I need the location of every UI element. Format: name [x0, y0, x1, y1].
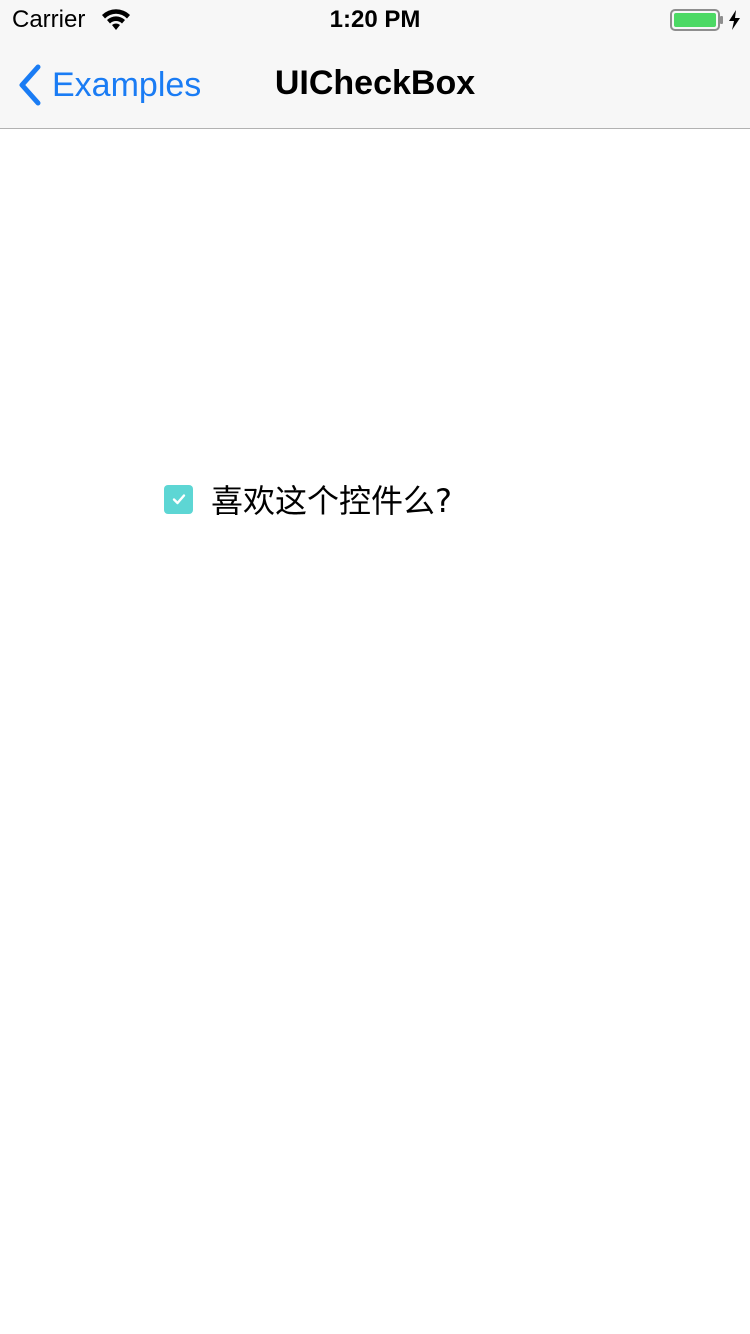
checkbox-row[interactable]: 喜欢这个控件么?	[164, 478, 452, 520]
checkmark-icon	[172, 494, 185, 505]
status-bar: Carrier 1:20 PM	[0, 0, 750, 40]
like-checkbox[interactable]	[164, 484, 193, 514]
clock: 1:20 PM	[329, 6, 421, 33]
navigation-bar: Examples UICheckBox	[0, 40, 750, 129]
battery-charging-icon	[670, 9, 740, 31]
page-title: UICheckBox	[274, 64, 476, 102]
checkbox-label: 喜欢这个控件么?	[211, 482, 452, 520]
